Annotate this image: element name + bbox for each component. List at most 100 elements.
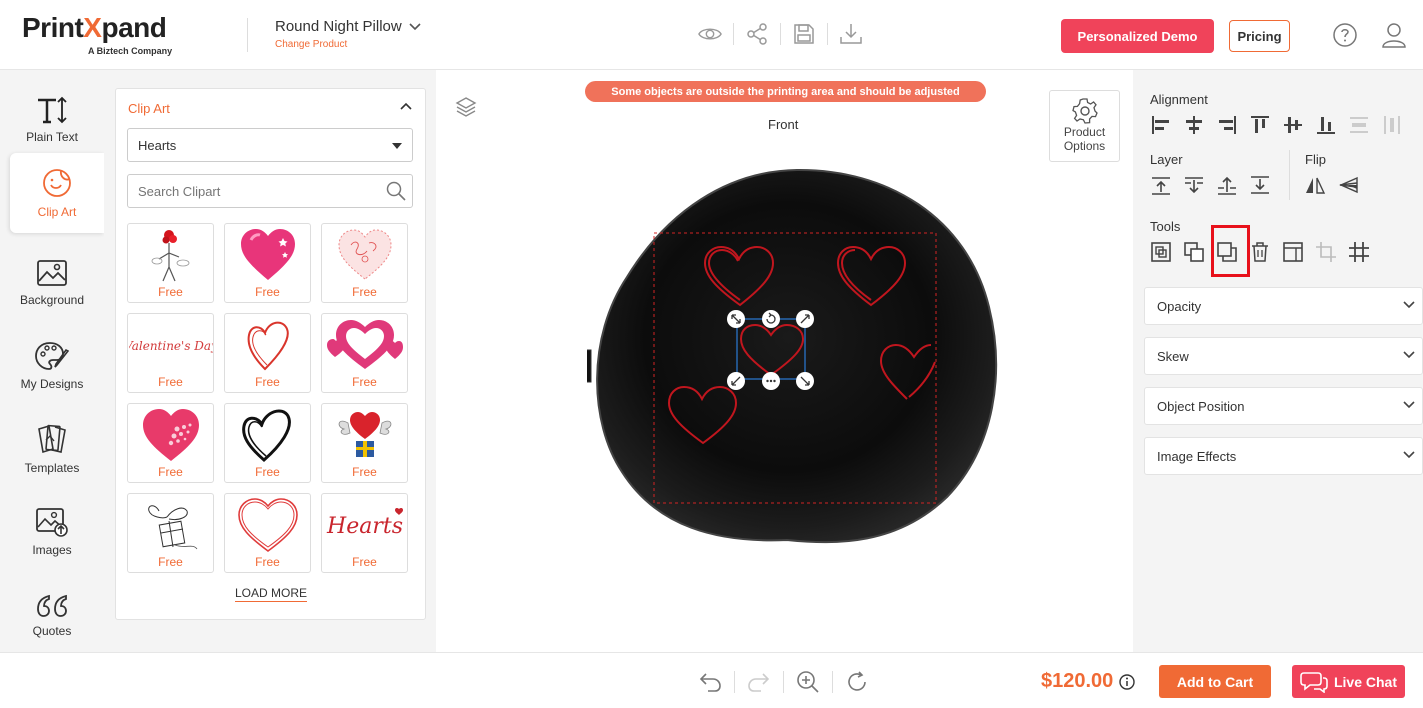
align-center-icon[interactable] [1177,112,1210,138]
user-icon[interactable] [1382,22,1406,53]
free-label: Free [255,285,280,299]
opacity-accordion[interactable]: Opacity [1144,287,1423,325]
tool-images[interactable]: Images [0,492,104,572]
flip-vertical-icon[interactable] [1331,172,1364,198]
bring-to-front-icon[interactable] [1210,172,1243,198]
alignment-label: Alignment [1150,92,1208,107]
tool-label: Quotes [32,624,72,638]
flip-horizontal-icon[interactable] [1298,172,1331,198]
product-options-label-2: Options [1063,139,1106,153]
free-label: Free [255,375,280,389]
sketch-heart-clipart [247,321,289,371]
object-position-accordion[interactable]: Object Position [1144,387,1423,425]
align-left-icon[interactable] [1144,112,1177,138]
category-select[interactable]: Hearts [127,128,413,162]
clipart-tile[interactable]: Free [321,313,408,393]
bring-forward-icon[interactable] [1144,172,1177,198]
distribute-vertical-icon[interactable] [1375,112,1408,138]
free-label: Free [158,285,183,299]
align-bottom-icon[interactable] [1309,112,1342,138]
images-icon [36,508,68,537]
layer-label: Layer [1150,152,1183,167]
clipart-tile[interactable]: Free [127,223,214,303]
product-options-button[interactable]: Product Options [1049,90,1120,162]
clipart-tile[interactable]: Free [321,223,408,303]
clipart-tile[interactable]: Free [224,223,311,303]
accordion-label: Skew [1157,348,1189,364]
distribute-horizontal-icon[interactable] [1342,112,1375,138]
eye-icon[interactable] [698,22,722,46]
live-chat-label: Live Chat [1333,673,1397,690]
history-zoom-tools [697,669,870,695]
logo[interactable]: PrintXpand A Biztech Company [22,12,172,56]
zoom-in-icon[interactable] [795,669,821,695]
save-icon[interactable] [792,22,816,46]
tool-quotes[interactable]: Quotes [0,575,104,655]
free-label: Free [352,285,377,299]
tool-my-designs[interactable]: My Designs [0,326,104,406]
hearts-text-clipart: Hearts [326,508,403,539]
tool-label: Clip Art [37,205,77,219]
clipart-tile[interactable]: Hearts Free [321,493,408,573]
hearts-text: Hearts [326,514,403,539]
change-product-link[interactable]: Change Product [275,39,422,50]
grid-icon[interactable] [1342,239,1375,265]
clipart-tile[interactable]: Free [127,493,214,573]
accordion-label: Object Position [1157,398,1245,414]
help-icon[interactable] [1333,23,1357,52]
info-icon[interactable] [1119,674,1135,690]
send-to-back-icon[interactable] [1243,172,1276,198]
free-label: Free [352,555,377,569]
redo-icon[interactable] [746,669,772,695]
pink-heart-stars-clipart [240,229,295,280]
add-to-cart-button[interactable]: Add to Cart [1159,665,1271,698]
load-more-button[interactable]: LOAD MORE [235,586,308,602]
free-label: Free [255,555,280,569]
valentines-day-text: Valentine's Day [129,339,213,353]
clipart-tile[interactable]: Free [127,403,214,483]
pricing-button[interactable]: Pricing [1229,20,1290,52]
clipart-tile[interactable]: Valentine's Day Free [127,313,214,393]
search-clipart-input[interactable] [127,174,413,208]
clipart-tile[interactable]: Free [321,403,408,483]
tool-plain-text[interactable]: Plain Text [0,80,104,160]
black-scribble-heart-clipart [241,409,291,462]
undo-icon[interactable] [697,669,723,695]
divider [1289,150,1290,200]
reset-icon[interactable] [844,669,870,695]
image-effects-accordion[interactable]: Image Effects [1144,437,1423,475]
tool-background[interactable]: Background [0,243,104,323]
valentines-day-text-clipart: Valentine's Day [129,339,213,353]
share-icon[interactable] [745,22,769,46]
live-chat-button[interactable]: Live Chat [1292,665,1405,698]
tool-clip-art[interactable]: Clip Art [10,153,104,233]
ungroup-icon[interactable] [1177,239,1210,265]
app: PrintXpand A Biztech Company Round Night… [0,0,1423,708]
clipart-tile[interactable]: Free [224,493,311,573]
group-icon[interactable] [1144,239,1177,265]
product-selector[interactable]: Round Night Pillow Change Product [275,18,422,50]
align-right-icon[interactable] [1210,112,1243,138]
clipart-icon [43,169,71,197]
chat-icon [1300,671,1328,693]
divider [247,18,248,52]
tool-templates[interactable]: Templates [0,409,104,489]
chevron-up-icon[interactable] [399,101,413,111]
layers-icon[interactable] [455,96,477,118]
search-icon[interactable] [386,181,406,201]
layer-tools [1144,172,1276,198]
double-hearts-clipart [326,320,403,369]
clipart-tile[interactable]: Free [224,403,311,483]
skew-accordion[interactable]: Skew [1144,337,1423,375]
crop-icon[interactable] [1309,239,1342,265]
frame-icon[interactable] [1276,239,1309,265]
download-icon[interactable] [839,22,863,46]
clipart-tile[interactable]: Free [224,313,311,393]
align-top-icon[interactable] [1243,112,1276,138]
align-middle-icon[interactable] [1276,112,1309,138]
free-label: Free [158,555,183,569]
send-backward-icon[interactable] [1177,172,1210,198]
product-name[interactable]: Round Night Pillow [275,18,422,35]
personalized-demo-button[interactable]: Personalized Demo [1061,19,1214,53]
header-actions [698,22,863,46]
